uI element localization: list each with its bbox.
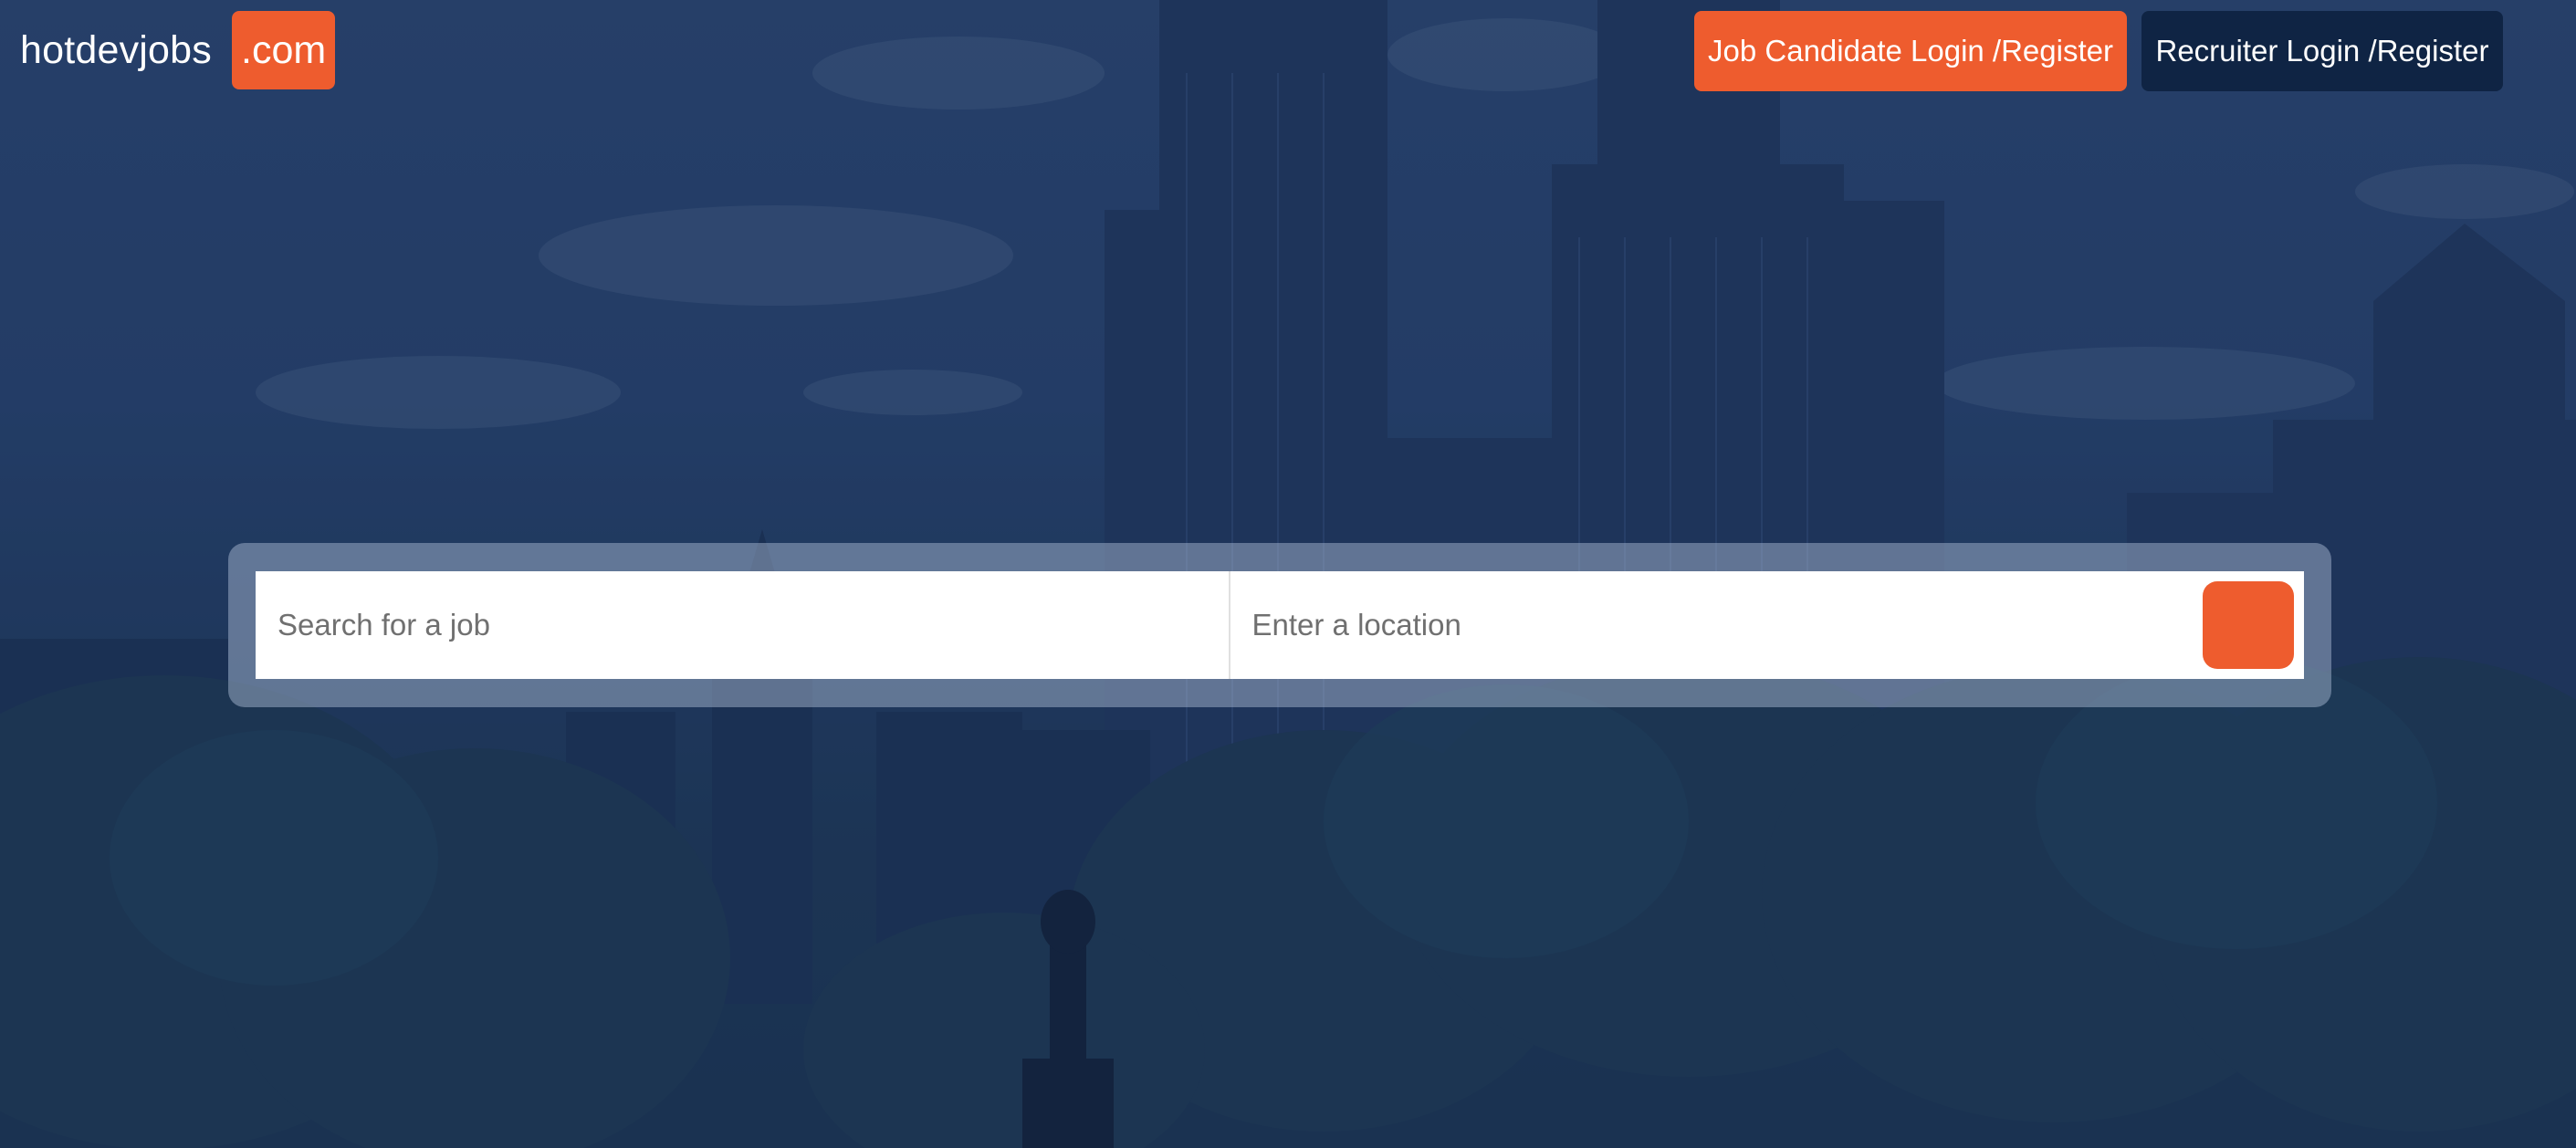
location-input[interactable]	[1250, 607, 2183, 643]
site-logo[interactable]: hotdevjobs .com	[20, 11, 336, 89]
search-button[interactable]	[2203, 581, 2294, 669]
logo-badge: .com	[232, 11, 336, 89]
logo-text: hotdevjobs	[20, 27, 212, 72]
job-search-input[interactable]	[276, 607, 1209, 643]
recruiter-login-button[interactable]: Recruiter Login /Register	[2141, 11, 2503, 91]
search-bar	[256, 571, 2304, 679]
search-panel	[228, 543, 2331, 707]
job-candidate-login-button[interactable]: Job Candidate Login /Register	[1694, 11, 2127, 91]
job-search-field	[256, 571, 1230, 679]
hero-section: hotdevjobs .com Job Candidate Login /Reg…	[0, 0, 2576, 1148]
location-field	[1230, 571, 2203, 679]
